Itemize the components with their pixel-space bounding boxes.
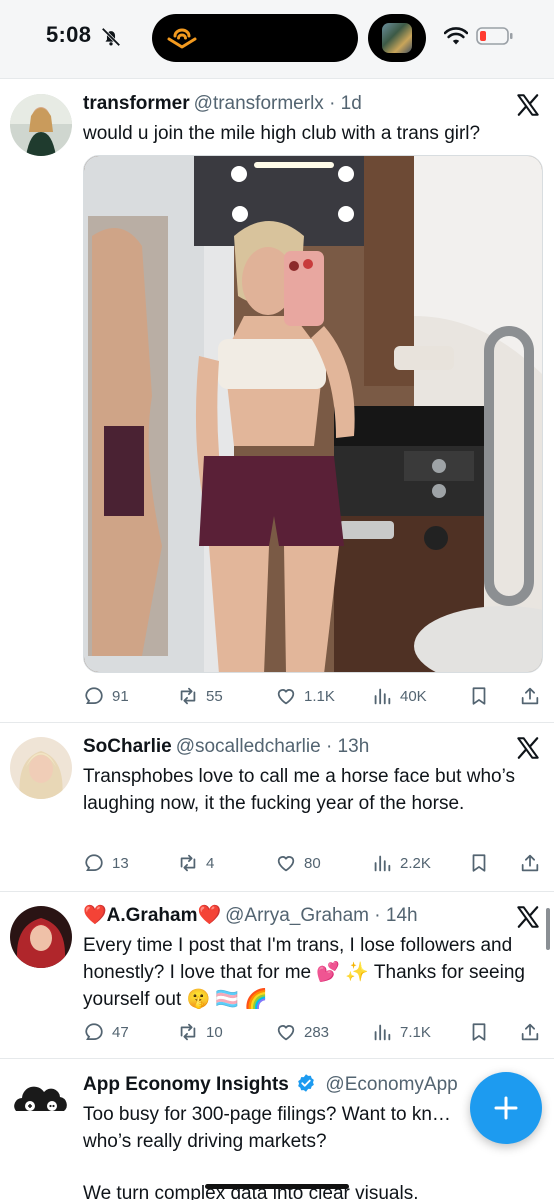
wifi-icon [444,27,468,45]
tweet[interactable]: transformer @transformerlx · 1d would u j… [0,80,554,722]
reply-button[interactable]: 91 [83,682,129,710]
share-button[interactable] [519,1018,541,1046]
avatar[interactable] [10,1073,72,1135]
tweet-header: App Economy Insights @EconomyApp [83,1073,458,1097]
x-logo-icon [517,906,539,928]
like-button[interactable]: 283 [275,1018,329,1046]
tweet-header: transformer @transformerlx · 1d [83,92,362,116]
bookmark-button[interactable] [468,682,490,710]
avatar[interactable] [10,737,72,799]
status-bar: 5:08 [0,0,554,78]
tweet[interactable]: ❤️A.Graham❤️ @Arrya_Graham · 14h Every ti… [0,892,554,1058]
reply-icon [85,687,103,705]
x-logo-icon [517,94,539,116]
display-name[interactable]: SoCharlie [83,736,172,757]
audible-icon [167,28,197,49]
repost-button[interactable]: 55 [177,682,223,710]
artwork-thumbnail [382,23,412,53]
reply-button[interactable]: 47 [83,1018,129,1046]
tweet[interactable]: SoCharlie @socalledcharlie · 13h Transpho… [0,723,554,891]
views-button[interactable]: 40K [371,682,427,710]
bookmark-icon [472,687,486,705]
repost-count: 4 [206,854,215,872]
reply-count: 91 [112,687,129,705]
battery-icon [476,27,513,45]
views-count: 2.2K [400,854,431,872]
tweet-text: would u join the mile high club with a t… [83,123,481,144]
reply-button[interactable]: 13 [83,849,129,877]
bookmark-icon [472,1023,486,1041]
tweet-text-continued: We turn complex data into clear visuals. [83,1183,419,1200]
like-count: 283 [304,1023,330,1041]
like-count: 1.1K [304,687,335,705]
status-time: 5:08 [46,22,92,47]
share-icon [521,1023,539,1041]
tweet-text: Transphobes love to call me a horse face… [83,766,515,814]
now-playing-artwork[interactable] [368,14,426,62]
bell-slash-icon [101,27,121,47]
scrollbar-thumb[interactable] [546,908,550,950]
repost-count: 10 [206,1023,223,1041]
mirror-selfie-image [84,156,542,672]
tweet-text: Too busy for 300-page filings? Want to k… [83,1104,451,1152]
reply-count: 47 [112,1023,129,1041]
x-logo-icon [517,737,539,759]
reply-count: 13 [112,854,129,872]
tweet-header: SoCharlie @socalledcharlie · 13h [83,735,369,759]
reply-icon [85,854,103,872]
display-name[interactable]: App Economy Insights [83,1074,289,1095]
dynamic-island[interactable] [152,14,358,62]
share-icon [521,854,539,872]
repost-icon [180,687,196,705]
verified-badge-icon [298,1074,314,1092]
handle-and-time: @socalledcharlie · 13h [175,736,370,757]
like-button[interactable]: 1.1K [275,682,335,710]
tweet[interactable]: App Economy Insights @EconomyApp Too bus… [0,1059,554,1200]
divider [0,78,554,79]
heart-icon [277,1025,295,1041]
repost-count: 55 [206,687,223,705]
heart-icon [277,689,295,705]
bookmark-button[interactable] [468,1018,490,1046]
views-button[interactable]: 2.2K [371,849,431,877]
handle-and-time: @Arrya_Graham · 14h [225,905,418,926]
bookmark-icon [472,854,486,872]
views-count: 7.1K [400,1023,431,1041]
repost-button[interactable]: 4 [177,849,214,877]
views-icon [374,1024,391,1041]
tweet-actions: 47 10 283 7.1K [83,1018,543,1046]
share-icon [521,687,539,705]
tweet-actions: 13 4 80 2.2K [83,849,543,877]
repost-icon [180,1023,196,1041]
share-button[interactable] [519,849,541,877]
views-icon [374,855,391,872]
home-indicator[interactable] [205,1184,349,1189]
views-count: 40K [400,687,427,705]
repost-button[interactable]: 10 [177,1018,223,1046]
share-button[interactable] [519,682,541,710]
tweet-actions: 91 55 1.1K 40K [83,682,543,710]
reply-icon [85,1023,103,1041]
display-name[interactable]: ❤️A.Graham❤️ [83,905,221,926]
tweet-photo[interactable] [83,155,543,673]
plus-icon [494,1096,518,1120]
display-name[interactable]: transformer [83,93,190,114]
avatar[interactable] [10,94,72,156]
tweet-header: ❤️A.Graham❤️ @Arrya_Graham · 14h [83,904,418,928]
views-icon [374,688,391,705]
bookmark-button[interactable] [468,849,490,877]
handle-and-time: @transformerlx · 1d [193,93,362,114]
repost-icon [180,854,196,872]
handle: @EconomyApp [325,1074,458,1095]
like-button[interactable]: 80 [275,849,321,877]
views-button[interactable]: 7.1K [371,1018,431,1046]
compose-button[interactable] [470,1072,542,1144]
tweet-text: Every time I post that I'm trans, I lose… [83,935,525,1010]
heart-icon [277,856,295,872]
like-count: 80 [304,854,321,872]
avatar[interactable] [10,906,72,968]
